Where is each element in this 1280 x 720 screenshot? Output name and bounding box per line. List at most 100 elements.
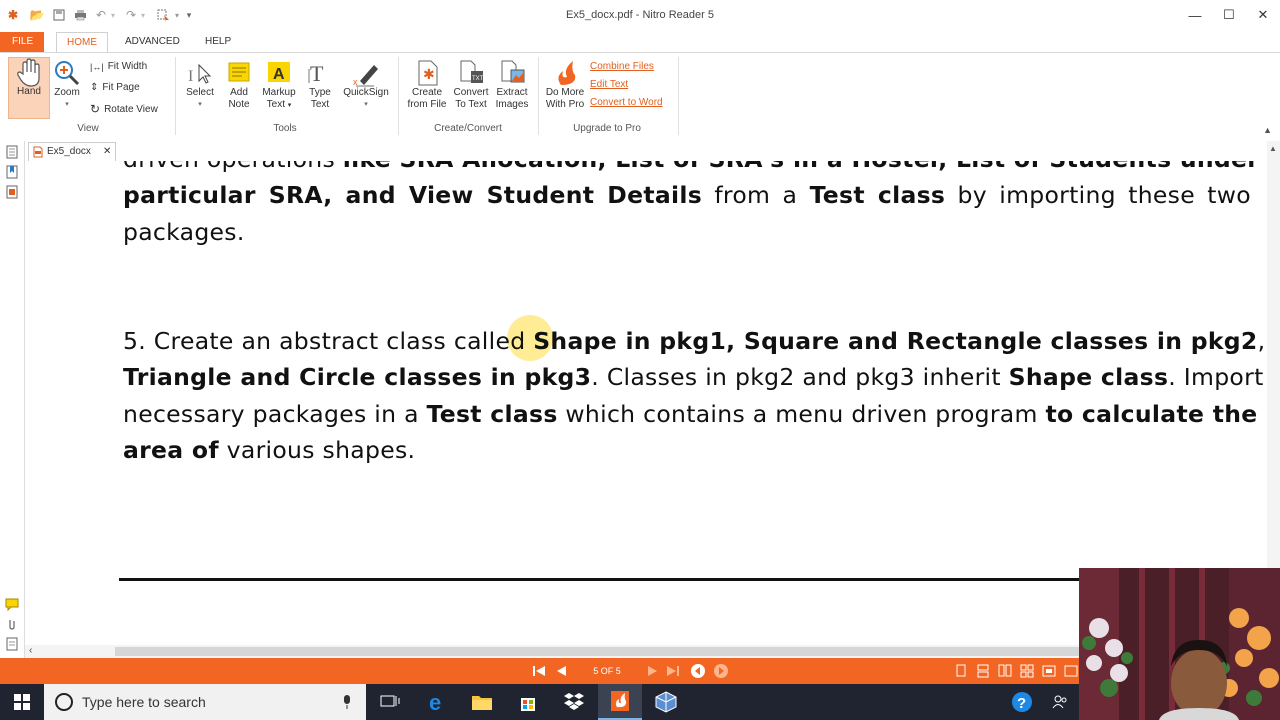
combine-files-link[interactable]: Combine Files [590, 61, 654, 72]
convert-to-text-button[interactable]: TXT Convert To Text [450, 59, 492, 111]
svg-text:T: T [310, 61, 324, 86]
select-cursor-icon: I [186, 59, 214, 85]
type-label-1: Type [309, 87, 331, 98]
tab-help[interactable]: HELP [195, 32, 241, 52]
markup-label-1: Markup [262, 87, 296, 98]
fit-width-button[interactable]: |↔| Fit Width [90, 61, 147, 72]
bookmarks-panel-icon[interactable] [5, 165, 19, 182]
hand-button[interactable]: Hand [8, 57, 50, 119]
window-title: Ex5_docx.pdf - Nitro Reader 5 [566, 9, 714, 21]
doc-line-6: area of various shapes. [123, 436, 416, 464]
continuous-view-icon[interactable] [976, 664, 990, 678]
ribbon-tab-row: FILE HOME ADVANCED HELP [0, 30, 1280, 54]
upgrade-group-label: Upgrade to Pro [573, 123, 641, 134]
single-page-view-icon[interactable] [954, 664, 968, 678]
tools-group-label: Tools [273, 123, 297, 134]
quicksign-label: QuickSign [343, 87, 389, 98]
note-icon [225, 59, 253, 85]
store-icon[interactable] [506, 684, 550, 720]
convert-text-icon: TXT [457, 59, 485, 85]
convert-label-2: To Text [455, 99, 487, 110]
task-view-icon[interactable] [368, 684, 412, 720]
type-text-icon: T [306, 59, 334, 86]
page-indicator[interactable]: 5 OF 5 [578, 664, 636, 678]
virtualbox-icon[interactable] [644, 684, 688, 720]
comments-panel-icon[interactable] [5, 597, 19, 614]
create-file-icon: ✱ [413, 59, 441, 86]
attachments-icon[interactable] [5, 617, 19, 634]
extract-label-1: Extract [496, 87, 528, 98]
create-from-file-button[interactable]: ✱ Create from File [404, 59, 450, 111]
nitro-taskbar-icon[interactable] [598, 684, 642, 720]
select-label: Select [186, 87, 214, 98]
collapse-ribbon-icon[interactable]: ▲ [1263, 125, 1272, 135]
horizontal-scroll-thumb[interactable] [115, 647, 1095, 656]
document-tab-label: Ex5_docx [47, 146, 91, 157]
quicksign-button[interactable]: x QuickSign ▾ [340, 59, 392, 111]
scroll-up-icon[interactable]: ▲ [1269, 144, 1277, 153]
create-label-2: from File [407, 99, 447, 110]
people-icon[interactable] [1042, 684, 1078, 720]
fit-window-icon[interactable] [1042, 664, 1056, 678]
svg-text:I: I [188, 68, 193, 85]
file-explorer-icon[interactable] [460, 684, 504, 720]
tab-home[interactable]: HOME [56, 32, 108, 54]
tab-file[interactable]: FILE [0, 32, 44, 52]
view-group-label: View [77, 123, 99, 134]
help-icon[interactable]: ? [1000, 684, 1044, 720]
convert-label-1: Convert [453, 87, 489, 98]
ribbon: Hand Zoom ▾ |↔| Fit Width ⇕ Fit Page ↻ R… [0, 52, 1280, 142]
close-button[interactable]: ✕ [1248, 4, 1278, 26]
previous-page-icon[interactable] [554, 664, 568, 678]
add-note-button[interactable]: Add Note [222, 59, 256, 111]
back-view-icon[interactable] [690, 663, 706, 679]
forward-view-icon[interactable] [713, 663, 729, 679]
doc-line-1: particular SRA, and View Student Details… [123, 181, 1251, 209]
taskbar-search-box[interactable]: Type here to search [44, 684, 366, 720]
tab-advanced[interactable]: ADVANCED [115, 32, 190, 52]
convert-to-word-link[interactable]: Convert to Word [590, 97, 663, 108]
zoom-button[interactable]: Zoom ▾ [50, 59, 84, 111]
edit-text-link[interactable]: Edit Text [590, 79, 628, 90]
type-text-button[interactable]: T Type Text [302, 59, 338, 111]
microphone-icon[interactable] [342, 694, 352, 713]
maximize-button[interactable]: ☐ [1214, 4, 1244, 26]
extract-images-icon [498, 59, 526, 85]
scroll-left-icon[interactable]: ‹ [29, 645, 32, 656]
svg-text:TXT: TXT [472, 76, 484, 82]
facing-continuous-view-icon[interactable] [1020, 664, 1034, 678]
rotate-view-label: Rotate View [104, 103, 158, 115]
edge-browser-icon[interactable]: e [416, 684, 460, 720]
add-note-label-2: Note [228, 99, 250, 110]
select-button[interactable]: I Select ▾ [182, 59, 218, 111]
do-more-with-pro-button[interactable]: Do More With Pro [542, 59, 588, 111]
next-page-icon[interactable] [646, 664, 660, 678]
markup-text-button[interactable]: A Markup Text ▾ [258, 59, 300, 112]
document-tab[interactable]: Ex5_docx ✕ [28, 142, 116, 161]
left-side-panel [0, 141, 25, 658]
fit-width-icon: |↔| [90, 61, 104, 72]
rotate-view-button[interactable]: ↻ Rotate View [90, 102, 158, 116]
attachments-panel-icon[interactable] [5, 185, 19, 202]
pages-panel-icon[interactable] [5, 145, 19, 162]
facing-view-icon[interactable] [998, 664, 1012, 678]
title-bar: ✱ 📂 ↶ ▾ ↷ ▾ ▾ ▾ Ex5_docx.pdf - Nitro Rea… [0, 0, 1280, 30]
document-tab-bar: Ex5_docx ✕ ▾ [25, 141, 1280, 162]
close-tab-icon[interactable]: ✕ [103, 143, 111, 161]
output-panel-icon[interactable] [5, 637, 19, 654]
type-label-2: Text [310, 99, 330, 110]
svg-text:✱: ✱ [423, 66, 435, 82]
first-page-icon[interactable] [532, 664, 546, 678]
windows-start-icon[interactable] [0, 684, 44, 720]
divider [175, 57, 176, 135]
last-page-icon[interactable] [666, 664, 680, 678]
minimize-button[interactable]: — [1180, 4, 1210, 26]
divider [678, 57, 679, 135]
zoom-label: Zoom [54, 87, 80, 98]
dropbox-icon[interactable] [552, 684, 596, 720]
fullscreen-icon[interactable] [1064, 664, 1078, 678]
page-rule [119, 578, 1119, 581]
extract-images-button[interactable]: Extract Images [492, 59, 532, 111]
hand-icon [15, 58, 43, 87]
fit-page-button[interactable]: ⇕ Fit Page [90, 82, 140, 93]
